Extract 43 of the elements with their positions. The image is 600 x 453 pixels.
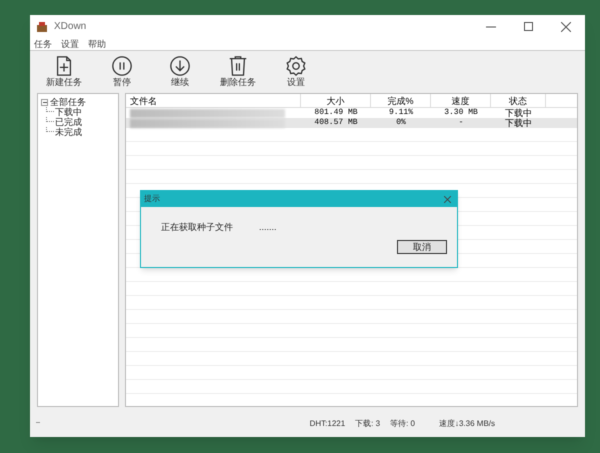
toolbar-button[interactable]: 暂停 [100, 55, 144, 89]
menu-item[interactable]: 帮助 [88, 40, 106, 48]
table-cell-text: - [458, 118, 464, 128]
maximize-icon[interactable] [524, 22, 533, 31]
close-icon[interactable] [561, 22, 571, 32]
dialog-title: 提示 [144, 193, 160, 205]
column-header[interactable]: 完成% [371, 94, 431, 107]
table-cell-text: 801.49 MB [313, 108, 359, 118]
table-cell-text: 下载中 [504, 118, 533, 128]
column-header[interactable]: 速度 [431, 94, 491, 107]
table-cell-text: 0% [395, 118, 407, 128]
progress-dots: ....... [259, 221, 277, 234]
toolbar-button[interactable]: 删除任务 [216, 55, 260, 89]
tree-item[interactable]: 未完成 [55, 127, 82, 137]
toolbar-button[interactable]: 继续 [158, 55, 202, 89]
download-speed: 速度↓3.36 MB/s [438, 418, 495, 430]
table-cell-text: 3.30 MB [443, 108, 479, 118]
download-count: 下载: 3 [355, 418, 380, 430]
menu-item[interactable]: 任务 [34, 40, 52, 48]
column-header[interactable]: 文件名 [126, 94, 301, 107]
toolbar-button[interactable]: 设置 [274, 55, 318, 89]
window-title: XDown [54, 20, 86, 34]
column-header[interactable]: 状态 [491, 94, 546, 107]
cancel-button[interactable]: 取消 [397, 240, 447, 254]
column-header[interactable]: 大小 [301, 94, 371, 107]
menu-item[interactable]: 设置 [61, 40, 79, 48]
collapse-toggle[interactable] [41, 98, 48, 106]
dht-count: DHT:1221 [310, 418, 346, 430]
close-icon[interactable] [444, 196, 451, 202]
trash-icon [227, 55, 249, 78]
toolbar-button[interactable]: 新建任务 [42, 55, 86, 89]
table-row[interactable]: 408.57 MB 0% - 下载中 [126, 118, 577, 128]
table-cell-text: 下载中 [504, 108, 533, 118]
settings-icon [285, 55, 307, 78]
app-logo-icon [36, 20, 48, 32]
waiting-count: 等待: 0 [390, 418, 415, 430]
tree-item[interactable]: 全部任务 [50, 97, 86, 107]
tree-item[interactable]: 已完成 [55, 117, 82, 127]
tree-item[interactable]: 下载中 [55, 107, 82, 117]
dialog-message: 正在获取种子文件 [161, 221, 233, 234]
table-cell-text: 9.11% [388, 108, 414, 118]
table-cell-text: 408.57 MB [313, 118, 359, 128]
pause-icon [111, 55, 133, 78]
